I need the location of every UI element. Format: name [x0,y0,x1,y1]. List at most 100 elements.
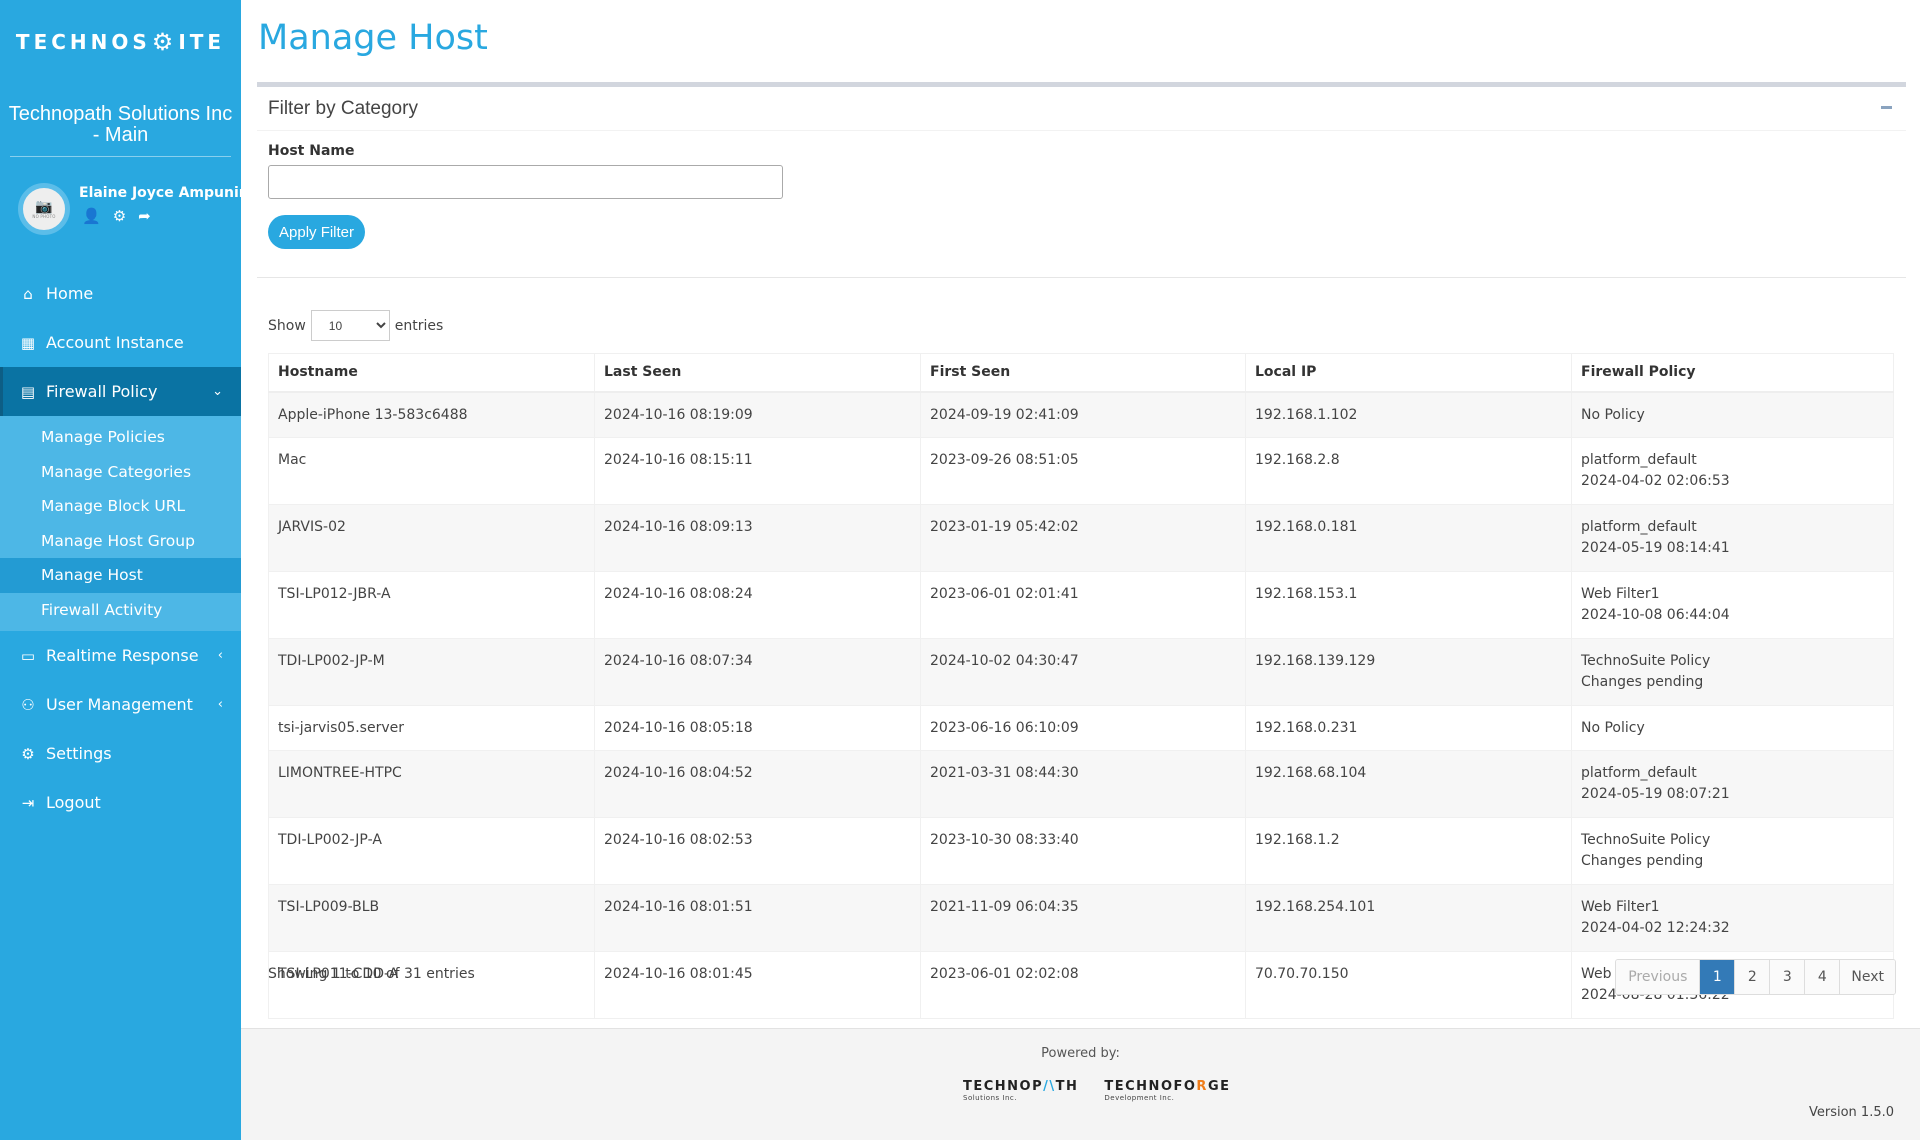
table-row[interactable]: TDI-LP002-JP-A 2024-10-16 08:02:53 2023-10… [268,816,1894,885]
page-button-3[interactable]: 3 [1769,960,1805,994]
cell-local-ip: 192.168.153.1 [1245,570,1572,639]
sidebar-item-label: Realtime Response [46,646,199,665]
gear-icon[interactable]: ⚙ [113,207,126,225]
table-row[interactable]: TDI-LP002-JP-M 2024-10-16 08:07:34 2024-10… [268,637,1894,706]
sign-out-icon[interactable]: ➦ [138,207,151,225]
sidebar-subitem-manage-categories[interactable]: Manage Categories [0,455,241,490]
page-button-1[interactable]: 1 [1699,960,1735,994]
cell-hostname: Apple-iPhone 13-583c6488 [268,391,595,438]
sidebar-subitem-manage-block-url[interactable]: Manage Block URL [0,489,241,524]
page-button-4[interactable]: 4 [1804,960,1840,994]
logout-icon: ⇥ [21,793,35,812]
filter-header: Filter by Category [257,87,1906,131]
policy-name: No Policy [1581,406,1645,423]
cell-hostname: TSI-LP012-JBR-A [268,570,595,639]
policy-detail: Changes pending [1581,852,1704,869]
sidebar-item-label: User Management [46,695,193,714]
home-icon: ⌂ [23,284,33,303]
sidebar-item-firewall-policy[interactable]: ▤ Firewall Policy ⌄ [0,367,241,416]
show-label: Show [268,317,306,334]
filter-title: Filter by Category [268,97,418,119]
table-row[interactable]: Apple-iPhone 13-583c6488 2024-10-16 08:19… [268,391,1894,438]
previous-page-button[interactable]: Previous [1616,960,1700,994]
next-page-button[interactable]: Next [1839,960,1895,994]
sidebar-subitem-manage-host-group[interactable]: Manage Host Group [0,524,241,559]
technopath-logo: TECHNOP/\TH Solutions Inc. [963,1079,1078,1102]
version-label: Version 1.5.0 [1808,1105,1894,1120]
footer: Powered by: TECHNOP/\TH Solutions Inc. T… [241,1028,1920,1140]
sidebar-nav: ⌂ Home ▦ Account Instance ▤ Firewall Pol… [0,269,241,827]
logo-text: TECHNOFO [1104,1079,1197,1094]
policy-detail: 2024-05-19 08:07:21 [1581,785,1730,802]
cell-last-seen: 2024-10-16 08:08:24 [594,570,921,639]
cell-first-seen: 2024-09-19 02:41:09 [920,391,1246,438]
sidebar-item-logout[interactable]: ⇥ Logout [0,778,241,827]
apply-filter-button[interactable]: Apply Filter [268,215,366,249]
cell-hostname: Mac [268,436,595,505]
column-header-first-seen[interactable]: First Seen [920,353,1246,393]
sidebar-subitem-firewall-activity[interactable]: Firewall Activity [0,593,241,628]
sidebar-item-label: Settings [46,744,112,763]
policy-name: platform_default [1581,764,1697,781]
column-header-firewall-policy[interactable]: Firewall Policy [1571,353,1894,393]
cell-last-seen: 2024-10-16 08:04:52 [594,749,921,818]
cell-hostname: TSI-LP009-BLB [268,883,595,952]
cell-hostname: TDI-LP002-JP-M [268,637,595,706]
sidebar-item-settings[interactable]: ⚙ Settings [0,729,241,778]
cell-first-seen: 2023-10-30 08:33:40 [920,816,1246,885]
page-length-select[interactable]: 10 [310,310,390,341]
cell-hostname: LIMONTREE-HTPC [268,749,595,818]
policy-detail: 2024-10-08 06:44:04 [1581,606,1730,623]
policy-name: TechnoSuite Policy [1581,831,1711,848]
policy-name: platform_default [1581,518,1697,535]
collapse-icon[interactable] [1881,106,1892,109]
cell-hostname: JARVIS-02 [268,503,595,572]
sidebar-item-realtime-response[interactable]: ▭ Realtime Response ‹ [0,631,241,680]
column-header-last-seen[interactable]: Last Seen [594,353,921,393]
logo-text: TECHNOP [963,1079,1044,1094]
cell-firewall-policy: No Policy [1571,391,1894,438]
sidebar-item-account-instance[interactable]: ▦ Account Instance [0,318,241,367]
table-row[interactable]: tsi-jarvis05.server 2024-10-16 08:05:18 20… [268,704,1894,751]
table-row[interactable]: TSI-LP012-JBR-A 2024-10-16 08:08:24 2023-0… [268,570,1894,639]
policy-name: platform_default [1581,451,1697,468]
sidebar-subitem-manage-policies[interactable]: Manage Policies [0,420,241,455]
table-row[interactable]: Mac 2024-10-16 08:15:11 2023-09-26 08:51:0… [268,436,1894,505]
cell-firewall-policy: platform_default 2024-05-19 08:14:41 [1571,503,1894,572]
sidebar-item-user-management[interactable]: ⚇ User Management ‹ [0,680,241,729]
table-row[interactable]: JARVIS-02 2024-10-16 08:09:13 2023-01-19 0… [268,503,1894,572]
sidebar-subitem-manage-host[interactable]: Manage Host [0,558,241,593]
cell-local-ip: 70.70.70.150 [1245,950,1572,1019]
sidebar-item-label: Home [46,284,94,303]
cell-firewall-policy: No Policy [1571,704,1894,751]
cell-first-seen: 2021-11-09 06:04:35 [920,883,1246,952]
hosts-table-wrapper: Hostname Last Seen First Seen Local IP F… [268,353,1894,1019]
column-header-local-ip[interactable]: Local IP [1245,353,1572,393]
logo-subtext: Solutions Inc. [963,1094,1017,1102]
building-icon: ▦ [20,333,36,352]
cell-first-seen: 2021-03-31 08:44:30 [920,749,1246,818]
cell-firewall-policy: platform_default 2024-05-19 08:07:21 [1571,749,1894,818]
host-name-input[interactable] [268,165,783,199]
host-name-label: Host Name [268,143,355,159]
sidebar-item-label: Account Instance [46,333,184,352]
table-row[interactable]: LIMONTREE-HTPC 2024-10-16 08:04:52 2021-03… [268,749,1894,818]
cell-last-seen: 2024-10-16 08:02:53 [594,816,921,885]
policy-detail: Changes pending [1581,673,1704,690]
sidebar-item-home[interactable]: ⌂ Home [0,269,241,318]
table-body: Apple-iPhone 13-583c6488 2024-10-16 08:19… [268,391,1894,1019]
profile-icon[interactable]: 👤 [82,207,101,225]
table-row[interactable]: TSI-LP009-BLB 2024-10-16 08:01:51 2021-11-… [268,883,1894,952]
cell-local-ip: 192.168.0.231 [1245,704,1572,751]
sidebar-item-label: Firewall Policy [46,382,158,401]
brand-logo[interactable]: TECHNOS ⚙ ITE [0,0,241,84]
column-header-hostname[interactable]: Hostname [268,353,595,393]
main-content: Manage Host Filter by Category Host Name… [241,0,1920,1140]
cell-last-seen: 2024-10-16 08:05:18 [594,704,921,751]
page-length-control: Show 10 entries [268,310,443,341]
cell-first-seen: 2023-06-01 02:01:41 [920,570,1246,639]
cell-hostname: tsi-jarvis05.server [268,704,595,751]
policy-detail: 2024-05-19 08:14:41 [1581,539,1730,556]
page-button-2[interactable]: 2 [1734,960,1770,994]
policy-detail: 2024-04-02 02:06:53 [1581,472,1730,489]
